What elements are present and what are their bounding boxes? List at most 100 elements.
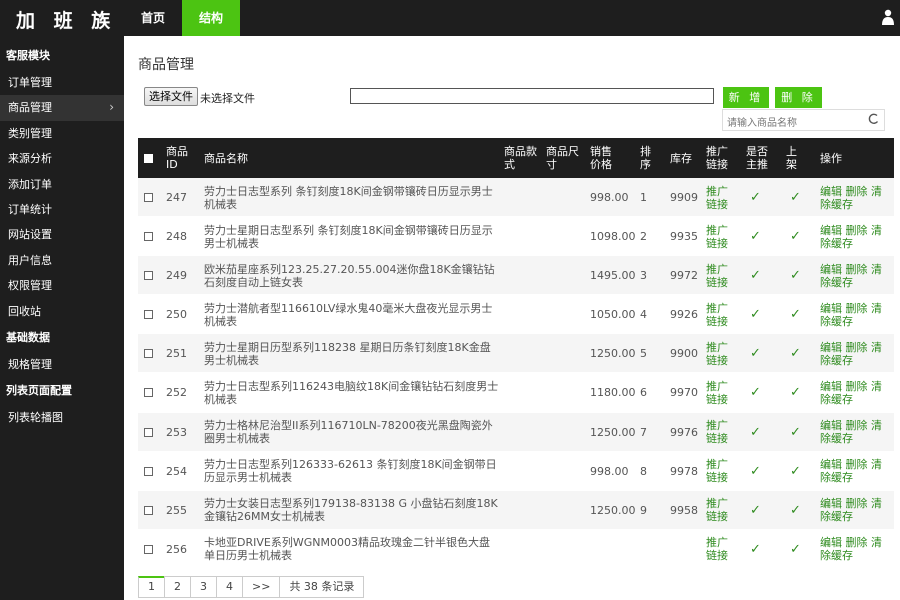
table-row: 252 劳力士日志型系列116243电脑纹18K间金镶钻钻石刻度男士机械表 1180… [138, 373, 894, 413]
sidebar-item-label: 订单管理 [8, 76, 52, 89]
choose-file-button[interactable]: 选择文件 [144, 87, 198, 106]
file-status-label: 未选择文件 [200, 92, 255, 105]
table-row: 253 劳力士格林尼治型II系列116710LN-78200夜光黑盘陶瓷外圈男士机… [138, 412, 894, 452]
promo-link[interactable]: 推广链接 [706, 217, 736, 256]
search-input[interactable]: 请输入商品名称 [722, 109, 885, 131]
promo-link[interactable]: 推广链接 [706, 530, 736, 569]
select-all-checkbox[interactable] [144, 153, 153, 163]
search-icon[interactable] [868, 113, 880, 125]
cell-price: 1250.00 [590, 503, 636, 517]
page-button[interactable]: 2 [164, 576, 191, 598]
promo-link[interactable]: 推广链接 [706, 256, 736, 295]
row-checkbox[interactable] [144, 271, 153, 281]
add-button[interactable]: 新 增 [723, 87, 769, 108]
cell-sort: 6 [640, 386, 647, 400]
check-icon: ✓ [750, 424, 761, 440]
cell-name: 欧米茄星座系列123.25.27.20.55.004迷你盘18K金镶钻钻石刻度自… [204, 262, 495, 289]
row-actions[interactable]: 编辑 删除 清除缓存 [820, 217, 892, 256]
cell-sort: 8 [640, 464, 647, 478]
sidebar-item[interactable]: 权限管理 [0, 273, 124, 298]
table-row: 255 劳力士女装日志型系列179138-83138 G 小盘钻石刻度18K金镶钻… [138, 490, 894, 530]
row-actions[interactable]: 编辑 删除 清除缓存 [820, 295, 892, 334]
sidebar-item-label: 规格管理 [8, 357, 52, 371]
promo-link[interactable]: 推广链接 [706, 413, 736, 452]
row-checkbox[interactable] [144, 505, 153, 515]
cell-price: 1250.00 [590, 347, 636, 361]
sidebar-item[interactable]: 商品管理 › [0, 95, 124, 121]
row-checkbox[interactable] [144, 193, 153, 202]
row-actions[interactable]: 编辑 删除 清除缓存 [820, 530, 892, 569]
row-checkbox[interactable] [144, 544, 153, 554]
sidebar-item[interactable]: 添加订单 [0, 172, 124, 197]
sidebar-section-title[interactable]: 客服模块 [0, 42, 124, 70]
check-icon: ✓ [790, 190, 801, 205]
sidebar-item[interactable]: 类别管理 [0, 121, 124, 146]
row-checkbox[interactable] [144, 232, 153, 242]
page-button[interactable]: >> [242, 576, 281, 598]
sidebar-item-label: 来源分析 [8, 152, 52, 166]
sidebar-item-label: 类别管理 [8, 126, 52, 140]
row-actions[interactable]: 编辑 删除 清除缓存 [820, 452, 892, 491]
file-path-input[interactable] [350, 88, 714, 104]
cell-name: 劳力士日志型系列126333-62613 条钉刻度18K间金钢带日历显示男士机械… [204, 458, 497, 485]
cell-sort: 9 [640, 503, 647, 517]
sidebar-item[interactable]: 网站设置 [0, 222, 124, 247]
search-placeholder: 请输入商品名称 [727, 118, 797, 129]
header-style: 商品款式 [504, 145, 537, 171]
promo-link[interactable]: 推广链接 [706, 295, 736, 334]
top-nav-structure[interactable]: 结构 [182, 0, 240, 36]
row-actions[interactable]: 编辑 删除 清除缓存 [820, 256, 892, 295]
sidebar-item-label: 订单统计 [8, 202, 52, 216]
check-icon: ✓ [750, 502, 761, 518]
row-actions[interactable]: 编辑 删除 清除缓存 [820, 413, 892, 452]
sidebar-item[interactable]: 列表轮播图 [0, 405, 124, 430]
promo-link[interactable]: 推广链接 [706, 491, 736, 530]
cell-stock [670, 530, 704, 569]
user-icon[interactable] [882, 9, 894, 25]
row-actions[interactable]: 编辑 删除 清除缓存 [820, 334, 892, 373]
row-checkbox[interactable] [144, 310, 153, 320]
row-checkbox[interactable] [144, 427, 153, 437]
check-icon: ✓ [790, 346, 801, 362]
promo-link[interactable]: 推广链接 [706, 178, 736, 217]
delete-button[interactable]: 删 除 [775, 87, 822, 108]
sidebar-item[interactable]: 用户信息 [0, 248, 124, 273]
cell-name: 卡地亚DRIVE系列WGNM0003精品玫瑰金二针半银色大盘单日历男士机械表 [204, 536, 490, 563]
cell-sort: 1 [640, 191, 647, 204]
promo-link[interactable]: 推广链接 [706, 452, 736, 491]
table-row: 250 劳力士潜航者型116610LV绿水鬼40毫米大盘夜光显示男士机械表 1050… [138, 295, 894, 335]
cell-name: 劳力士星期日志型系列 条钉刻度18K间金钢带镶砖日历显示男士机械表 [204, 223, 493, 250]
sidebar-item[interactable]: 来源分析 [0, 146, 124, 171]
sidebar-item[interactable]: 回收站 [0, 299, 124, 324]
header-stock: 库存 [670, 151, 692, 165]
cell-price: 1050.00 [590, 308, 636, 322]
cell-price [590, 530, 638, 569]
page-button[interactable]: 3 [190, 576, 217, 598]
cell-sort: 7 [640, 425, 647, 439]
cell-stock: 9976 [670, 425, 698, 439]
row-actions[interactable]: 编辑 删除 清除缓存 [820, 178, 892, 217]
cell-price: 1098.00 [590, 230, 636, 244]
sidebar-item[interactable]: 规格管理 [0, 352, 124, 377]
sidebar-section-title[interactable]: 列表页面配置 [0, 377, 124, 405]
row-checkbox[interactable] [144, 466, 153, 476]
check-icon: ✓ [790, 424, 801, 440]
promo-link[interactable]: 推广链接 [706, 373, 736, 412]
top-nav-home[interactable]: 首页 [124, 0, 182, 36]
promo-link[interactable]: 推广链接 [706, 334, 736, 373]
row-actions[interactable]: 编辑 删除 清除缓存 [820, 373, 892, 412]
table-header: 商品ID 商品名称 商品款式 商品尺寸 销售价格 排序 库存 推广链接 是否主推… [138, 138, 894, 178]
sidebar-item[interactable]: 订单管理 [0, 70, 124, 95]
table-row: 251 劳力士星期日历型系列118238 星期日历条钉刻度18K金盘男士机械表 12… [138, 334, 894, 374]
sidebar-item[interactable]: 订单统计 [0, 197, 124, 222]
page-button[interactable]: 1 [138, 576, 165, 598]
pagination-total: 共 38 条记录 [279, 576, 365, 598]
sidebar-section-title[interactable]: 基础数据 [0, 324, 124, 352]
page-button[interactable]: 4 [216, 576, 243, 598]
cell-name: 劳力士日志型系列116243电脑纹18K间金镶钻钻石刻度男士机械表 [204, 379, 499, 406]
check-icon: ✓ [790, 229, 801, 245]
row-checkbox[interactable] [144, 388, 153, 398]
row-checkbox[interactable] [144, 349, 153, 359]
header-price: 销售价格 [590, 145, 612, 171]
row-actions[interactable]: 编辑 删除 清除缓存 [820, 491, 892, 530]
